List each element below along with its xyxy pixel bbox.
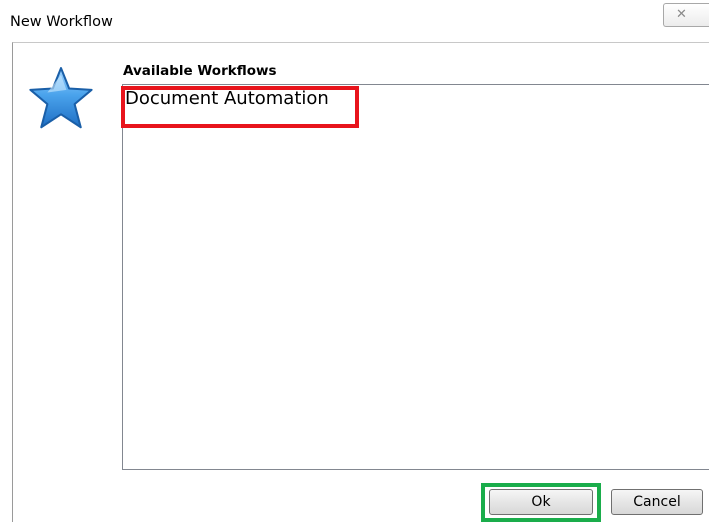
window-title: New Workflow (10, 14, 113, 30)
workflows-listbox[interactable]: Document Automation (122, 84, 709, 470)
available-workflows-label: Available Workflows (123, 63, 277, 79)
red-highlight-box (121, 86, 359, 128)
green-highlight-box (481, 483, 601, 522)
star-icon (29, 67, 93, 129)
cancel-button[interactable]: Cancel (611, 489, 703, 515)
title-bar: New Workflow ✕ (0, 0, 709, 36)
close-button[interactable]: ✕ (663, 3, 709, 27)
close-icon: ✕ (676, 7, 687, 22)
